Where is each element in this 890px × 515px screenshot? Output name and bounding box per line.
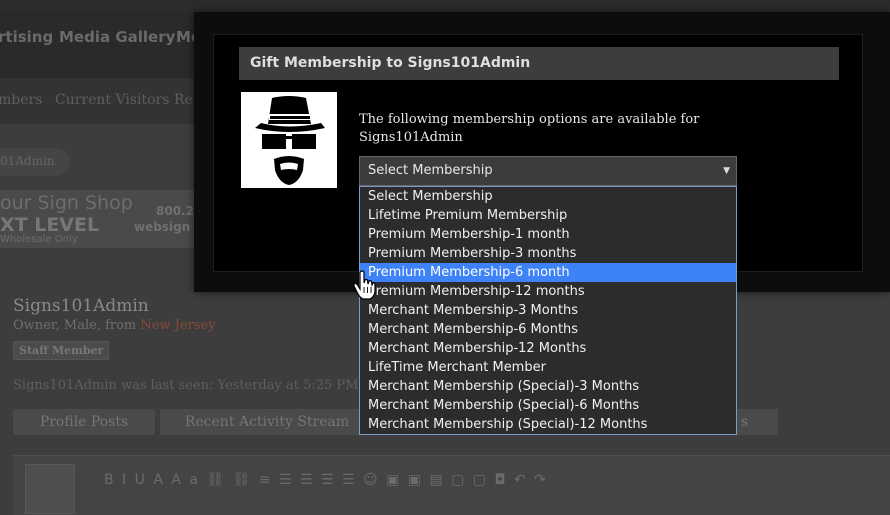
editor-avatar [25, 464, 75, 514]
top-strip [0, 0, 890, 12]
last-seen-text: Signs101Admin was last seen: Yesterday a… [13, 378, 359, 393]
heisenberg-avatar-icon [255, 96, 325, 185]
membership-option[interactable]: Merchant Membership-12 Months [360, 339, 736, 358]
membership-option[interactable]: LifeTime Merchant Member [360, 358, 736, 377]
membership-options-list[interactable]: Select Membership Lifetime Premium Member… [359, 186, 737, 435]
triangle-down-icon: ▼ [723, 166, 730, 176]
membership-select-value: Select Membership [368, 163, 493, 178]
profile-location-link[interactable]: New Jersey [140, 318, 215, 333]
membership-option[interactable]: Merchant Membership (Special)-12 Months [360, 415, 736, 434]
membership-option[interactable]: Premium Membership-1 month [360, 225, 736, 244]
banner-line-2: XT LEVEL [0, 214, 100, 236]
nav-item-media-gallery[interactable]: Media Gallery [59, 28, 175, 46]
user-avatar [241, 92, 337, 188]
profile-name: Signs101Admin [13, 296, 149, 316]
editor-toolbar[interactable]: B I U A A a ⛓ ⛓ ≡ ☰ ☰ ☰ ☰ ☺ ▣ ▣ ▤ ▢ ▢ ◘ … [104, 472, 548, 488]
membership-option[interactable]: Merchant Membership-3 Months [360, 301, 736, 320]
membership-option[interactable]: Premium Membership-12 months [360, 282, 736, 301]
profile-subtitle: Owner, Male, from New Jersey [13, 318, 216, 333]
nav-item-advertising[interactable]: rtising [0, 28, 53, 46]
subnav-item-members[interactable]: mbers [0, 92, 42, 108]
membership-option[interactable]: Select Membership [360, 187, 736, 206]
membership-option[interactable]: Merchant Membership (Special)-3 Months [360, 377, 736, 396]
membership-option[interactable]: Merchant Membership (Special)-6 Months [360, 396, 736, 415]
banner-line-3: Wholesale Only [0, 234, 78, 245]
membership-description: The following membership options are ava… [359, 112, 700, 145]
breadcrumb-label: 01Admin [0, 154, 55, 168]
modal-title: Gift Membership to Signs101Admin [239, 47, 839, 80]
membership-select[interactable]: Select Membership ▼ [359, 156, 737, 186]
breadcrumb[interactable]: 01Admin [0, 148, 70, 176]
banner-line-1: our Sign Shop [0, 192, 133, 214]
subnav-item-current-visitors[interactable]: Current Visitors [55, 92, 169, 108]
staff-badge: Staff Member [13, 341, 110, 360]
banner-site: websign [134, 220, 191, 234]
membership-option[interactable]: Merchant Membership-6 Months [360, 320, 736, 339]
membership-option[interactable]: Premium Membership-3 months [360, 244, 736, 263]
membership-option[interactable]: Lifetime Premium Membership [360, 206, 736, 225]
profile-subtitle-text: Owner, Male, from [13, 318, 141, 333]
tab-recent-activity[interactable]: Recent Activity Stream [160, 409, 374, 435]
hand-pointer-icon [353, 270, 376, 300]
tab-profile-posts[interactable]: Profile Posts [13, 409, 155, 435]
membership-option[interactable]: Premium Membership-6 month [360, 263, 736, 282]
